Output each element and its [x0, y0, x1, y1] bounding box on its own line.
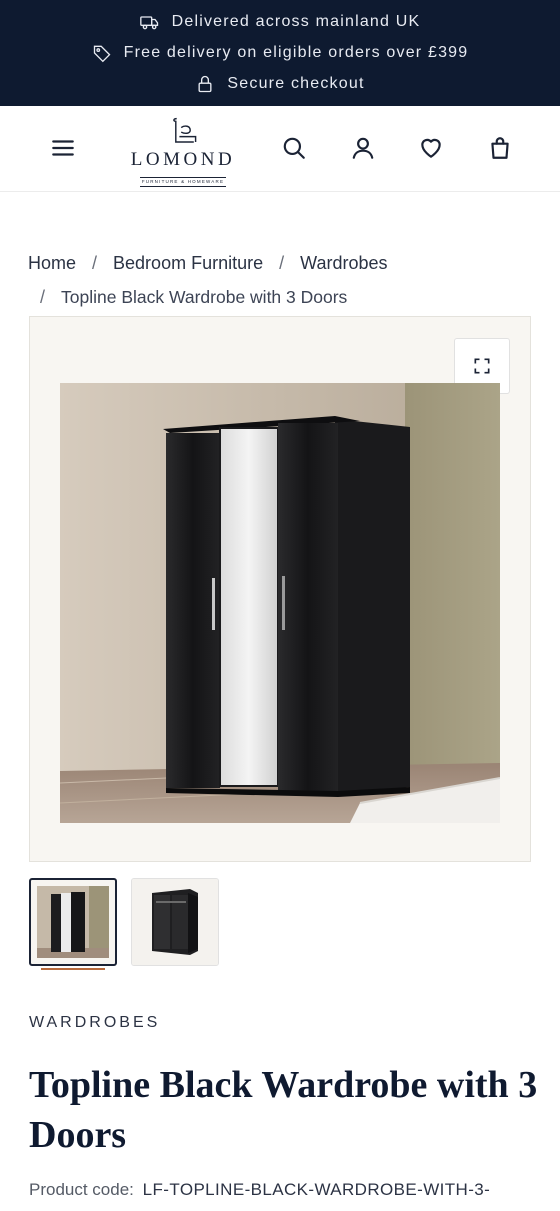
- announcement-secure: Secure checkout: [0, 72, 560, 96]
- menu-button[interactable]: [47, 132, 79, 164]
- cart-icon: [491, 137, 509, 159]
- search-icon: [283, 137, 305, 159]
- menu-icon: [52, 140, 74, 156]
- breadcrumb-home[interactable]: Home: [28, 253, 76, 273]
- breadcrumb-wardrobes[interactable]: Wardrobes: [300, 253, 387, 273]
- thumbnail-1[interactable]: [29, 878, 117, 966]
- product-code-label: Product code:: [29, 1180, 134, 1199]
- brand-tagline: FURNITURE & HOMEWARE: [139, 177, 227, 187]
- thumbnail-2-image: [132, 879, 218, 965]
- breadcrumb: Home / Bedroom Furniture / Wardrobes / Toplin…: [28, 246, 538, 314]
- account-icon: [352, 137, 374, 159]
- wishlist-button[interactable]: [415, 132, 447, 164]
- breadcrumb-bedroom-furniture[interactable]: Bedroom Furniture: [113, 253, 263, 273]
- expand-icon: [474, 358, 490, 374]
- breadcrumb-current: Topline Black Wardrobe with 3 Doors: [61, 287, 348, 307]
- active-thumbnail-indicator: [41, 968, 105, 970]
- site-header: LOMOND FURNITURE & HOMEWARE: [0, 106, 560, 192]
- announcement-bar: Delivered across mainland UK Free delive…: [0, 0, 560, 106]
- wardrobe-photo: [60, 383, 500, 823]
- logo[interactable]: LOMOND FURNITURE & HOMEWARE: [118, 116, 248, 187]
- announcement-text: Free delivery on eligible orders over £3…: [123, 44, 469, 61]
- tag-icon: [93, 45, 111, 63]
- product-code-value: LF-TOPLINE-BLACK-WARDROBE-WITH-3-: [142, 1180, 491, 1199]
- breadcrumb-separator: /: [279, 253, 285, 273]
- search-button[interactable]: [278, 132, 310, 164]
- product-title: Topline Black Wardrobe with 3 Doors: [29, 1064, 538, 1156]
- announcement-text: Secure checkout: [227, 75, 365, 92]
- product-main-image[interactable]: [29, 316, 531, 862]
- wishlist-icon: [421, 138, 441, 158]
- lock-icon: [198, 75, 212, 93]
- logo-mark-icon: [173, 117, 197, 143]
- thumbnail-1-image: [37, 886, 109, 958]
- account-button[interactable]: [347, 132, 379, 164]
- announcement-text: Delivered across mainland UK: [171, 13, 421, 30]
- truck-icon: [139, 16, 158, 30]
- brand-name: LOMOND: [130, 149, 236, 170]
- cart-button[interactable]: [484, 132, 516, 164]
- thumbnail-2[interactable]: [131, 878, 219, 966]
- breadcrumb-separator: /: [92, 253, 98, 273]
- product-code: Product code: LF-TOPLINE-BLACK-WARDROBE-…: [29, 1180, 490, 1200]
- announcement-delivery: Delivered across mainland UK: [0, 10, 560, 34]
- announcement-free-delivery: Free delivery on eligible orders over £3…: [0, 41, 560, 65]
- product-category[interactable]: WARDROBES: [29, 1014, 160, 1032]
- breadcrumb-separator: /: [40, 287, 46, 307]
